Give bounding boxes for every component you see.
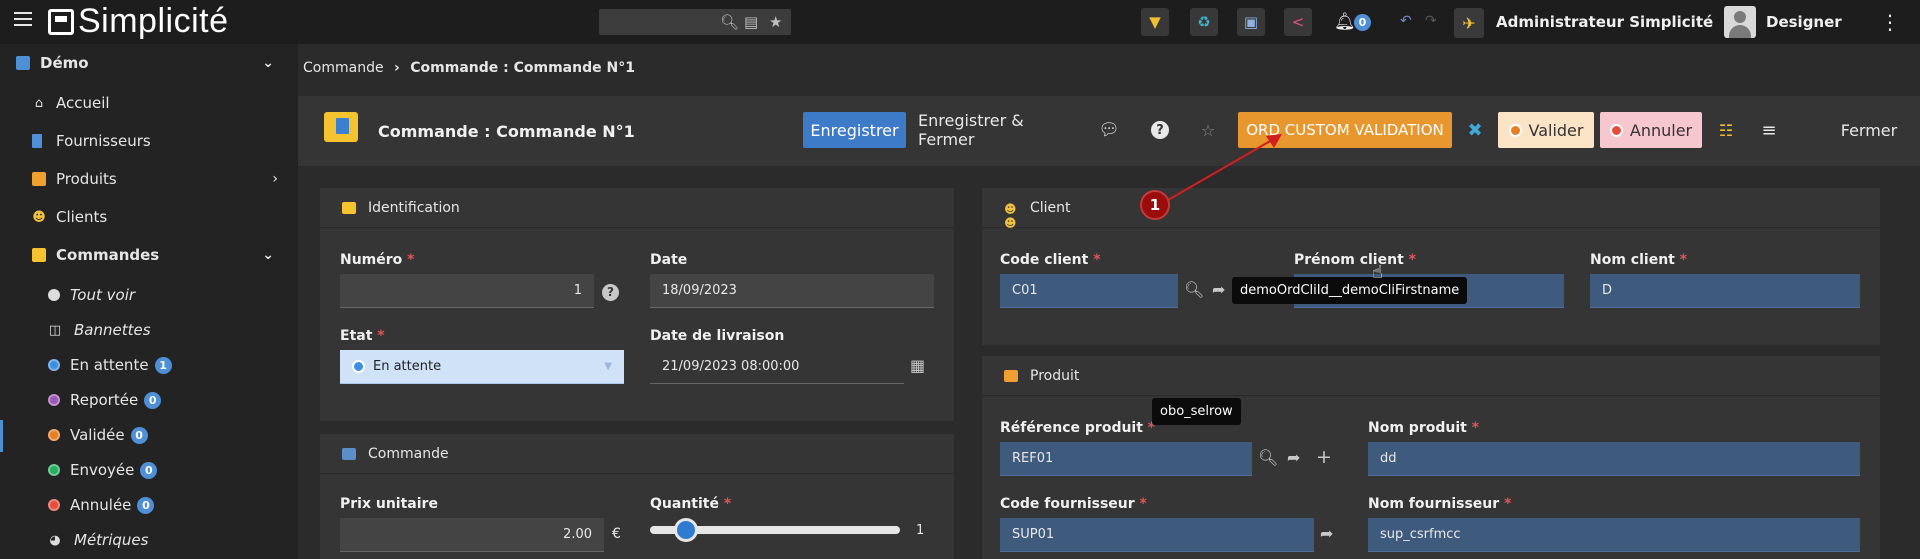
annotation-arrow — [1167, 134, 1282, 201]
annotation-marker: 1 — [1140, 190, 1170, 220]
